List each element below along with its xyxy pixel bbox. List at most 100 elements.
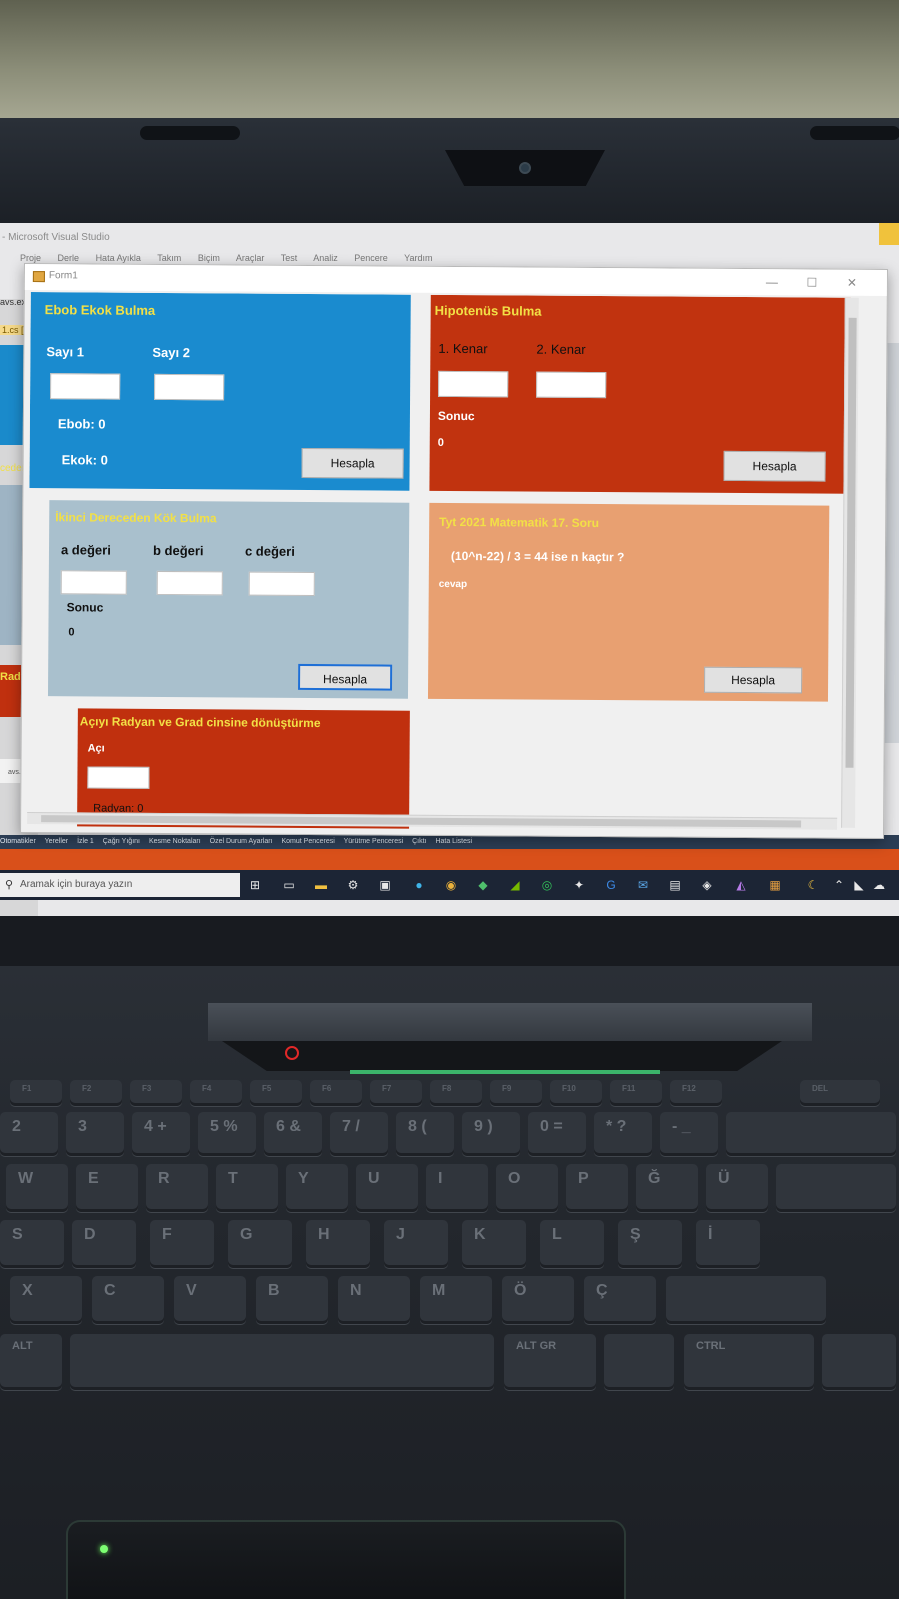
debug-tab[interactable]: Hata Listesi [435,838,472,845]
key[interactable]: L [540,1220,604,1268]
ikinci-hesapla-button[interactable]: Hesapla [298,663,393,691]
form-app-icon[interactable]: ▦ [768,878,782,892]
gear-icon[interactable]: ⚙ [346,878,360,892]
moon-icon[interactable]: ☾ [806,878,820,892]
debug-tab[interactable]: Özel Durum Ayarları [210,838,273,845]
key[interactable]: F1 [10,1080,62,1106]
key[interactable]: F2 [70,1080,122,1106]
key[interactable]: F4 [190,1080,242,1106]
tyt-hesapla-button[interactable]: Hesapla [704,666,803,694]
key[interactable]: O [496,1164,558,1212]
key[interactable]: E [76,1164,138,1212]
sayi2-input[interactable] [154,373,225,401]
spacebar[interactable] [70,1334,494,1390]
vs-menu-item[interactable]: Analiz [313,253,338,263]
key[interactable]: - _ [660,1112,718,1156]
taskbar-search-input[interactable]: ⚲ Aramak için buraya yazın [0,873,240,897]
key[interactable]: 2 [0,1112,58,1156]
alt-key[interactable]: ALT [0,1334,62,1390]
key[interactable]: J [384,1220,448,1268]
key[interactable]: F [150,1220,214,1268]
key[interactable]: R [146,1164,208,1212]
key[interactable]: DEL [800,1080,880,1106]
key[interactable]: 0 = [528,1112,586,1156]
debug-tab[interactable]: İzle 1 [77,838,94,845]
chrome-icon[interactable]: ◉ [444,878,458,892]
debug-tab[interactable]: Kesme Noktaları [149,838,201,845]
key[interactable]: C [92,1276,164,1324]
vs-menu-item[interactable]: Hata Ayıkla [96,253,141,263]
store-icon[interactable]: ▣ [378,878,392,892]
vs-menu-item[interactable]: Biçim [198,253,220,263]
key[interactable]: K [462,1220,526,1268]
key[interactable]: X [10,1276,82,1324]
key[interactable]: 6 & [264,1112,322,1156]
key[interactable]: F6 [310,1080,362,1106]
altgr-key[interactable]: ALT GR [504,1334,596,1390]
chevron-up-icon[interactable]: ⌃ [832,878,846,892]
key[interactable]: Ş [618,1220,682,1268]
minimize-button[interactable]: — [763,273,781,291]
arrow-key[interactable] [822,1334,896,1390]
key[interactable]: M [420,1276,492,1324]
shift-key[interactable] [666,1276,826,1324]
mail-icon[interactable]: ✉ [636,878,650,892]
debug-tab[interactable]: Çağrı Yığını [103,838,140,845]
key[interactable]: G [228,1220,292,1268]
cloud-icon[interactable]: ☁ [872,878,886,892]
power-icon[interactable] [285,1046,299,1060]
hipotenus-hesapla-button[interactable]: Hesapla [723,450,826,482]
key[interactable]: Ğ [636,1164,698,1212]
key[interactable]: Ü [706,1164,768,1212]
key[interactable]: F9 [490,1080,542,1106]
enter-key[interactable] [776,1164,896,1212]
key[interactable]: İ [696,1220,760,1268]
whatsapp-icon[interactable]: ◎ [540,878,554,892]
close-button[interactable]: ✕ [843,274,861,292]
nvidia-icon[interactable]: ◢ [508,878,522,892]
key[interactable]: D [72,1220,136,1268]
vertical-scroll-thumb[interactable] [845,317,857,768]
visual-studio-icon[interactable]: ◭ [734,878,748,892]
key[interactable]: F3 [130,1080,182,1106]
b-input[interactable] [156,570,223,596]
calculator-icon[interactable]: ▤ [668,878,682,892]
vs-menu-item[interactable]: Araçlar [236,253,265,263]
folder-icon[interactable]: ▬ [314,878,328,892]
c-input[interactable] [248,571,315,597]
key[interactable]: 8 ( [396,1112,454,1156]
key[interactable]: T [216,1164,278,1212]
a-input[interactable] [60,570,127,595]
debug-tab[interactable]: Komut Penceresi [281,838,334,845]
task-view-icon[interactable]: ⊞ [248,878,262,892]
ebob-hesapla-button[interactable]: Hesapla [301,447,404,479]
touchpad[interactable] [66,1520,626,1599]
key[interactable]: F11 [610,1080,662,1106]
vs-menu-item[interactable]: Test [281,253,298,263]
debug-tab[interactable]: Çıktı [412,838,426,845]
vs-menu-item[interactable]: Takım [157,253,181,263]
key[interactable]: Y [286,1164,348,1212]
key[interactable]: N [338,1276,410,1324]
key[interactable]: F12 [670,1080,722,1106]
key[interactable]: * ? [594,1112,652,1156]
key[interactable]: 3 [66,1112,124,1156]
debug-tab[interactable]: Yürütme Penceresi [344,838,404,845]
key[interactable]: W [6,1164,68,1212]
edge-icon[interactable]: ● [412,878,426,892]
key[interactable]: F8 [430,1080,482,1106]
backspace-key[interactable] [726,1112,896,1156]
box-icon[interactable]: ◈ [700,878,714,892]
key[interactable]: 4 + [132,1112,190,1156]
kenar2-input[interactable] [536,371,607,399]
key[interactable]: S [0,1220,64,1268]
app-icon[interactable]: ◆ [476,878,490,892]
key[interactable]: F7 [370,1080,422,1106]
key[interactable]: F10 [550,1080,602,1106]
key[interactable]: I [426,1164,488,1212]
menu-key[interactable] [604,1334,674,1390]
key[interactable]: F5 [250,1080,302,1106]
g-icon[interactable]: G [604,878,618,892]
key[interactable]: Ç [584,1276,656,1324]
form1-titlebar[interactable]: Form1 — ☐ ✕ [24,264,887,297]
